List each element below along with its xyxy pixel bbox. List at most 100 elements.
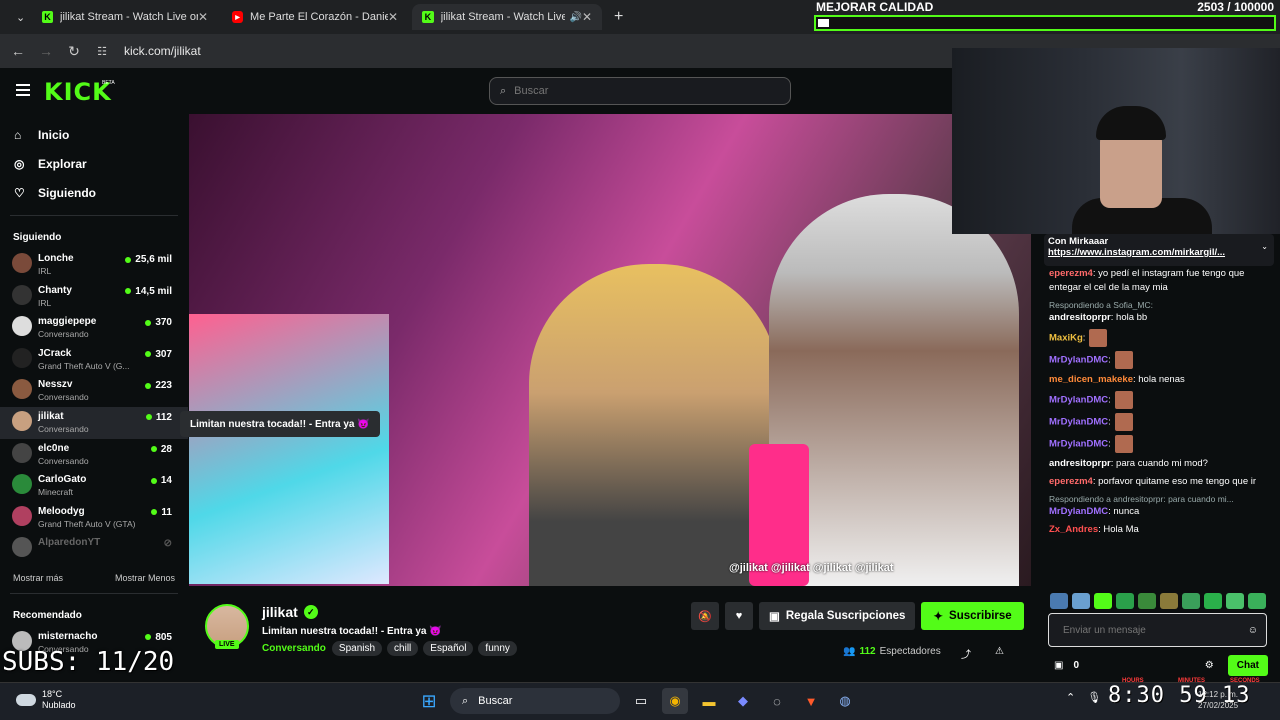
windows-start-icon[interactable]: ⊞ <box>416 688 442 714</box>
channel-item[interactable]: Nesszv Conversando 223 <box>0 375 188 407</box>
steam-icon[interactable]: ◍ <box>832 688 858 714</box>
chat-input-box[interactable]: ☺ <box>1048 613 1267 647</box>
tab-3-active[interactable]: K jilikat Stream - Watch Live o 🔊 ✕ <box>412 4 602 30</box>
notifications-off-button[interactable]: 🔕 <box>691 602 719 630</box>
follow-button[interactable]: ♥ <box>725 602 753 630</box>
channel-name: Meloodyg <box>38 505 85 517</box>
chat-username[interactable]: MrDylanDMC <box>1049 395 1108 406</box>
chat-send-button[interactable]: Chat <box>1227 655 1268 676</box>
file-explorer-icon[interactable]: ▬ <box>696 688 722 714</box>
app-icon[interactable]: ◆ <box>730 688 756 714</box>
tag[interactable]: funny <box>478 641 517 656</box>
chat-username[interactable]: MrDylanDMC <box>1049 506 1108 517</box>
search-input[interactable] <box>514 85 775 97</box>
emote-icon[interactable] <box>1226 593 1244 609</box>
emote-icon[interactable] <box>1094 593 1112 609</box>
forward-icon[interactable]: → <box>32 43 60 59</box>
tab-close-icon[interactable]: ✕ <box>582 10 592 24</box>
gift-subs-button[interactable]: ▣ Regala Suscripciones <box>759 602 916 630</box>
show-less-button[interactable]: Mostrar Menos <box>115 573 175 583</box>
heart-icon: ♥ <box>735 610 743 622</box>
share-icon[interactable]: ⤴ <box>961 646 971 661</box>
new-tab-button[interactable]: + <box>604 4 628 30</box>
chat-message: MrDylanDMC: <box>1049 351 1274 369</box>
menu-icon[interactable] <box>16 84 30 96</box>
emote-icon[interactable] <box>1138 593 1156 609</box>
tab-1[interactable]: K jilikat Stream - Watch Live on Ki ✕ <box>32 4 218 30</box>
chat-username[interactable]: MaxiKg <box>1049 333 1083 344</box>
tab-title: jilikat Stream - Watch Live on Ki <box>60 11 198 23</box>
cloud-icon <box>16 694 36 706</box>
brave-icon[interactable]: ▼ <box>798 688 824 714</box>
search-box[interactable]: ⌕ <box>489 77 791 105</box>
tab-menu-button[interactable]: ⌄ <box>6 4 26 30</box>
video-player[interactable]: @jilikat @jilikat @jilikat @jilikat <box>189 114 1031 586</box>
channel-item[interactable]: maggiepepe Conversando 370 <box>0 312 188 344</box>
emoji-icon[interactable]: ☺ <box>1248 625 1258 636</box>
tag[interactable]: Spanish <box>331 641 383 656</box>
chat-username[interactable]: andresitoprpr <box>1049 458 1111 469</box>
chat-username[interactable]: MrDylanDMC <box>1049 439 1108 450</box>
weather-widget[interactable]: 18°C Nublado <box>16 689 76 711</box>
nav-inicio[interactable]: ⌂ Inicio <box>0 120 188 149</box>
chat-username[interactable]: andresitoprpr <box>1049 312 1111 323</box>
channel-item[interactable]: jilikat Conversando 112 <box>0 406 188 439</box>
nav-siguiendo[interactable]: ♡ Siguiendo <box>0 178 188 207</box>
category-link[interactable]: Conversando <box>262 643 326 654</box>
chat-username[interactable]: Zx_Andres <box>1049 524 1098 535</box>
streamer-name[interactable]: jilikat ✓ <box>262 604 318 620</box>
reload-icon[interactable]: ↻ <box>60 43 88 60</box>
task-view-icon[interactable]: ▭ <box>628 688 654 714</box>
channel-item[interactable]: CarloGato Minecraft 14 <box>0 470 188 502</box>
channel-item[interactable]: Chanty IRL 14,5 mil <box>0 281 188 313</box>
pinned-message[interactable]: Con Mirkaaar https://www.instagram.com/m… <box>1044 234 1274 266</box>
back-icon[interactable]: ← <box>4 43 32 59</box>
taskbar-search[interactable]: ⌕ Buscar <box>450 688 620 714</box>
chevron-down-icon[interactable]: ⌄ <box>1261 242 1268 251</box>
tab-close-icon[interactable]: ✕ <box>198 10 208 24</box>
emote-icon[interactable] <box>1116 593 1134 609</box>
channel-category: Grand Theft Auto V (GTA) <box>38 518 136 529</box>
emote-icon[interactable] <box>1248 593 1266 609</box>
nav-explorar[interactable]: ◎ Explorar <box>0 149 188 178</box>
system-clock[interactable]: 12:12 p. m. 27/02/2025 <box>1198 689 1238 711</box>
show-more-button[interactable]: Mostrar más <box>13 573 63 583</box>
emote-icon[interactable] <box>1204 593 1222 609</box>
channel-item[interactable]: JCrack Grand Theft Auto V (G... 307 <box>0 344 188 376</box>
subscribe-button[interactable]: ✦ Suscribirse <box>921 602 1024 630</box>
search-icon: ⌕ <box>500 84 507 97</box>
chat-username[interactable]: me_dicen_makeke <box>1049 374 1133 385</box>
pinned-link[interactable]: https://www.instagram.com/mirkargil/... <box>1048 247 1270 258</box>
emote-icon[interactable] <box>1072 593 1090 609</box>
chat-username[interactable]: eperezm4 <box>1049 268 1093 279</box>
emote-icon[interactable] <box>1182 593 1200 609</box>
emote-icon[interactable] <box>1050 593 1068 609</box>
gear-icon[interactable]: ⚙ <box>1205 660 1214 671</box>
channel-item[interactable]: AlparedonYT ⊘ <box>0 533 188 565</box>
tab-close-icon[interactable]: ✕ <box>388 10 398 24</box>
tab-2[interactable]: ▶ Me Parte El Corazón - Daniel Ca ✕ <box>222 4 408 30</box>
chat-username[interactable]: MrDylanDMC <box>1049 355 1108 366</box>
app-icon[interactable]: ◌ <box>764 688 790 714</box>
chevron-up-icon[interactable]: ⌃ <box>1066 691 1075 704</box>
site-info-icon[interactable]: ☷ <box>88 45 116 58</box>
report-icon[interactable]: ⚠ <box>995 646 1004 657</box>
chat-username[interactable]: eperezm4 <box>1049 476 1093 487</box>
chat-text: : Hola Ma <box>1098 524 1139 535</box>
reply-context: Respondiendo a andresitoprpr: para cuand… <box>1049 494 1234 504</box>
channel-item[interactable]: Meloodyg Grand Theft Auto V (GTA) 11 <box>0 502 188 534</box>
gift-icon[interactable]: ▣ <box>1054 660 1063 671</box>
tag[interactable]: chill <box>387 641 419 656</box>
avatar <box>12 379 32 400</box>
url-field[interactable]: kick.com/jilikat <box>124 44 201 58</box>
emote-icon[interactable] <box>1160 593 1178 609</box>
chrome-icon[interactable]: ◉ <box>662 688 688 714</box>
chat-input[interactable] <box>1063 624 1233 636</box>
channel-item[interactable]: Lonche IRL 25,6 mil <box>0 249 188 281</box>
chat-username[interactable]: MrDylanDMC <box>1049 417 1108 428</box>
tag[interactable]: Español <box>423 641 474 656</box>
kick-favicon-icon: K <box>42 11 54 23</box>
speaker-icon[interactable]: 🔊 <box>569 12 581 23</box>
mic-icon[interactable]: 🎙 <box>1087 691 1101 704</box>
channel-item[interactable]: elc0ne Conversando 28 <box>0 439 188 471</box>
